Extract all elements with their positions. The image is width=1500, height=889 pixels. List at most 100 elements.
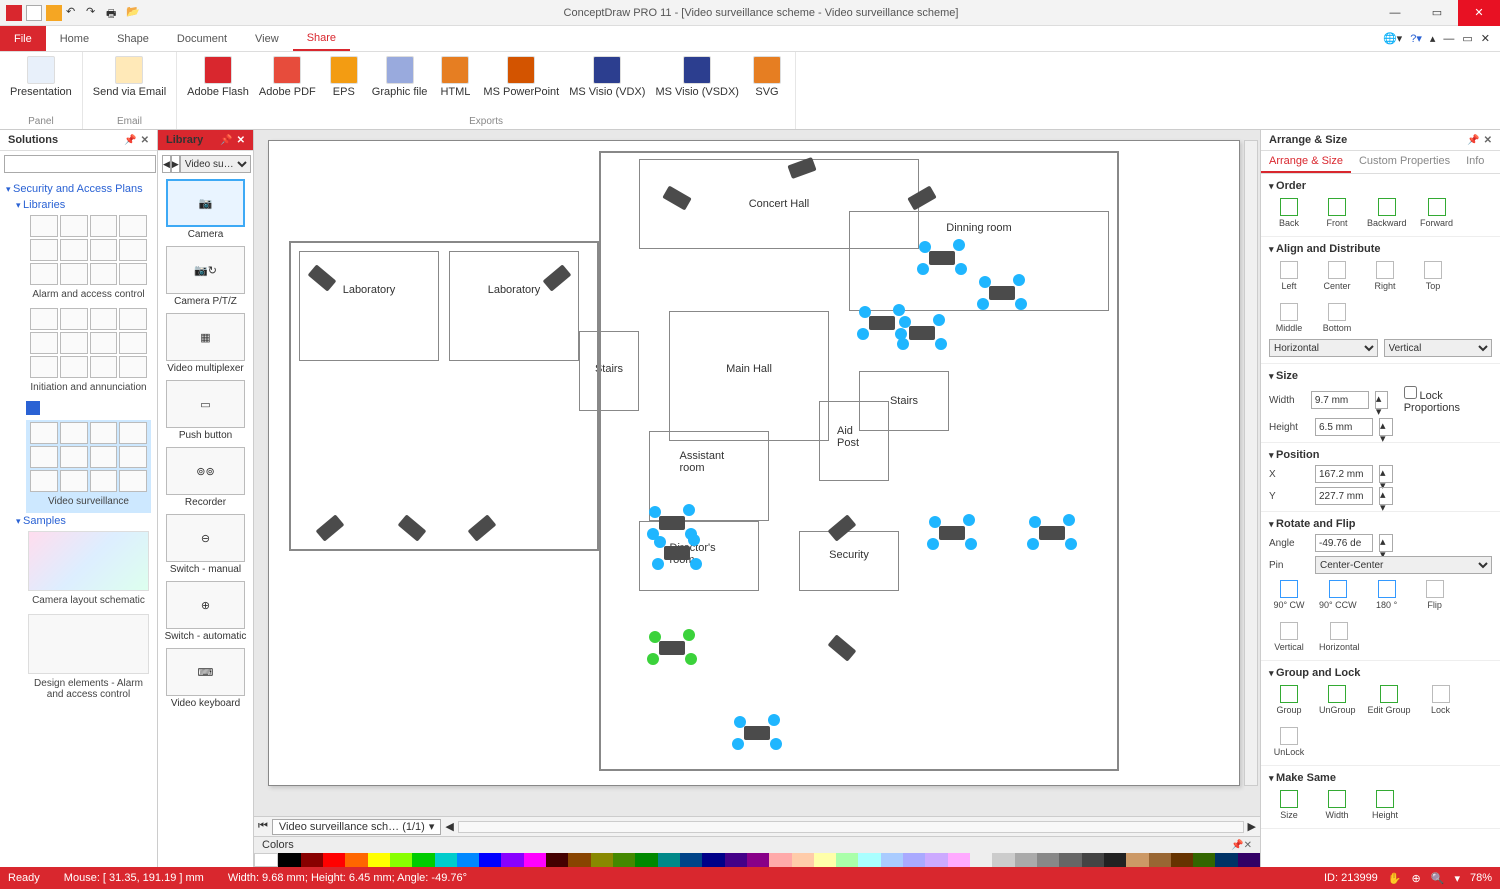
sample-thumb-design[interactable] bbox=[28, 614, 149, 674]
export-ppt-button[interactable]: MS PowerPoint bbox=[481, 54, 561, 100]
flip-v-button[interactable]: Vertical bbox=[1271, 622, 1307, 652]
lib-item-pushbutton[interactable]: ▭Push button bbox=[160, 380, 251, 443]
camera-selected[interactable] bbox=[869, 316, 895, 330]
presentation-button[interactable]: Presentation bbox=[8, 54, 74, 100]
save-icon[interactable] bbox=[46, 5, 62, 21]
tab-nav-first-icon[interactable]: ⏮ bbox=[258, 820, 268, 833]
x-spinner[interactable]: ▴▾ bbox=[1379, 465, 1393, 483]
camera-selected[interactable] bbox=[664, 546, 690, 560]
align-middle-button[interactable]: Middle bbox=[1271, 303, 1307, 333]
order-forward-button[interactable]: Forward bbox=[1419, 198, 1455, 228]
same-height-button[interactable]: Height bbox=[1367, 790, 1403, 820]
maximize-button[interactable]: ▭ bbox=[1416, 0, 1458, 26]
export-graphic-button[interactable]: Graphic file bbox=[370, 54, 430, 100]
stencil-grid-video[interactable] bbox=[26, 420, 151, 494]
width-input[interactable] bbox=[1311, 391, 1369, 409]
minimize-button[interactable]: — bbox=[1374, 0, 1416, 26]
rtab-arrange[interactable]: Arrange & Size bbox=[1261, 151, 1351, 173]
new-doc-icon[interactable] bbox=[26, 5, 42, 21]
close-panel-icon[interactable]: ✕ bbox=[141, 135, 149, 146]
align-top-button[interactable]: Top bbox=[1415, 261, 1451, 291]
arrange-pin-icon[interactable]: 📌 bbox=[1467, 135, 1479, 146]
flip-h-button[interactable]: Horizontal bbox=[1319, 622, 1360, 652]
redo-icon[interactable]: ↷ bbox=[86, 5, 102, 21]
export-flash-button[interactable]: Adobe Flash bbox=[185, 54, 251, 100]
horizontal-scrollbar[interactable] bbox=[458, 821, 1244, 833]
window-close-icon[interactable]: ✕ bbox=[1481, 32, 1490, 45]
wall-right[interactable] bbox=[599, 151, 1119, 771]
align-header[interactable]: Align and Distribute bbox=[1269, 241, 1492, 257]
export-vsdx-button[interactable]: MS Visio (VSDX) bbox=[653, 54, 741, 100]
group-button[interactable]: Group bbox=[1271, 685, 1307, 715]
camera-selected[interactable] bbox=[1039, 526, 1065, 540]
height-input[interactable] bbox=[1315, 418, 1373, 436]
camera-selected-green[interactable] bbox=[659, 641, 685, 655]
angle-spinner[interactable]: ▴▾ bbox=[1379, 534, 1393, 552]
window-min-icon[interactable]: — bbox=[1443, 33, 1454, 45]
order-front-button[interactable]: Front bbox=[1319, 198, 1355, 228]
export-vdx-button[interactable]: MS Visio (VDX) bbox=[567, 54, 647, 100]
tree-samples[interactable]: Samples bbox=[16, 513, 151, 529]
camera-selected[interactable] bbox=[744, 726, 770, 740]
rtab-info[interactable]: Info bbox=[1458, 151, 1492, 173]
y-input[interactable] bbox=[1315, 487, 1373, 505]
send-email-button[interactable]: Send via Email bbox=[91, 54, 168, 100]
status-zoom-dropdown-icon[interactable]: ▾ bbox=[1454, 872, 1460, 885]
order-backward-button[interactable]: Backward bbox=[1367, 198, 1407, 228]
tab-home[interactable]: Home bbox=[46, 26, 103, 51]
width-spinner[interactable]: ▴▾ bbox=[1375, 391, 1388, 409]
rotate-180-button[interactable]: 180 ° bbox=[1369, 580, 1405, 610]
ungroup-button[interactable]: UnGroup bbox=[1319, 685, 1356, 715]
camera-selected[interactable] bbox=[659, 516, 685, 530]
sample-thumb-camera[interactable] bbox=[28, 531, 149, 591]
tab-document[interactable]: Document bbox=[163, 26, 241, 51]
edit-group-button[interactable]: Edit Group bbox=[1368, 685, 1411, 715]
angle-input[interactable] bbox=[1315, 534, 1373, 552]
align-left-button[interactable]: Left bbox=[1271, 261, 1307, 291]
window-restore-icon[interactable]: ▭ bbox=[1462, 32, 1472, 45]
tab-shape[interactable]: Shape bbox=[103, 26, 163, 51]
flip-button[interactable]: Flip bbox=[1417, 580, 1453, 610]
tab-view[interactable]: View bbox=[241, 26, 293, 51]
help-icon[interactable]: ?▾ bbox=[1410, 32, 1422, 45]
stencil-grid-initiation[interactable] bbox=[26, 306, 151, 380]
status-hand-icon[interactable]: ✋ bbox=[1388, 872, 1402, 885]
rtab-custom[interactable]: Custom Properties bbox=[1351, 151, 1458, 173]
lib-item-recorder[interactable]: ⊚⊚Recorder bbox=[160, 447, 251, 510]
colors-close-icon[interactable]: ✕ bbox=[1244, 840, 1252, 851]
group-header[interactable]: Group and Lock bbox=[1269, 665, 1492, 681]
lib-item-camera-ptz[interactable]: 📷↻Camera P/T/Z bbox=[160, 246, 251, 309]
height-spinner[interactable]: ▴▾ bbox=[1379, 418, 1393, 436]
size-header[interactable]: Size bbox=[1269, 368, 1492, 384]
drawing-canvas[interactable]: Concert Hall Dinning room Laboratory Lab… bbox=[254, 130, 1260, 816]
stencil-grid-alarm[interactable] bbox=[26, 213, 151, 287]
print-icon[interactable]: 🖶 bbox=[106, 5, 122, 21]
status-zoom[interactable]: 78% bbox=[1470, 872, 1492, 884]
pin-icon[interactable]: 📌 bbox=[124, 135, 136, 146]
vertical-scrollbar[interactable] bbox=[1244, 140, 1258, 786]
lang-icon[interactable]: 🌐▾ bbox=[1383, 32, 1402, 45]
status-target-icon[interactable]: ⊕ bbox=[1412, 872, 1421, 885]
align-center-button[interactable]: Center bbox=[1319, 261, 1355, 291]
collapse-ribbon-icon[interactable]: ▴ bbox=[1430, 32, 1436, 45]
lib-item-switch-auto[interactable]: ⊕Switch - automatic bbox=[160, 581, 251, 644]
file-menu[interactable]: File bbox=[0, 26, 46, 51]
save-lib-icon[interactable] bbox=[26, 401, 40, 415]
export-eps-button[interactable]: EPS bbox=[324, 54, 364, 100]
status-zoom-out-icon[interactable]: 🔍 bbox=[1431, 872, 1445, 885]
pin-select[interactable]: Center-Center bbox=[1315, 556, 1492, 574]
color-swatches[interactable] bbox=[254, 853, 1260, 867]
arrange-close-icon[interactable]: ✕ bbox=[1484, 135, 1492, 146]
camera-selected[interactable] bbox=[909, 326, 935, 340]
rotate-cw-button[interactable]: 90° CW bbox=[1271, 580, 1307, 610]
camera-selected[interactable] bbox=[989, 286, 1015, 300]
tree-root[interactable]: Security and Access Plans bbox=[6, 181, 151, 197]
same-size-button[interactable]: Size bbox=[1271, 790, 1307, 820]
export-html-button[interactable]: HTML bbox=[435, 54, 475, 100]
lock-proportions-checkbox[interactable] bbox=[1404, 386, 1417, 399]
open-icon[interactable]: 📂 bbox=[126, 5, 142, 21]
align-bottom-button[interactable]: Bottom bbox=[1319, 303, 1355, 333]
export-svg-button[interactable]: SVG bbox=[747, 54, 787, 100]
page[interactable]: Concert Hall Dinning room Laboratory Lab… bbox=[268, 140, 1240, 786]
lib-next-button[interactable]: ▶ bbox=[171, 155, 180, 173]
